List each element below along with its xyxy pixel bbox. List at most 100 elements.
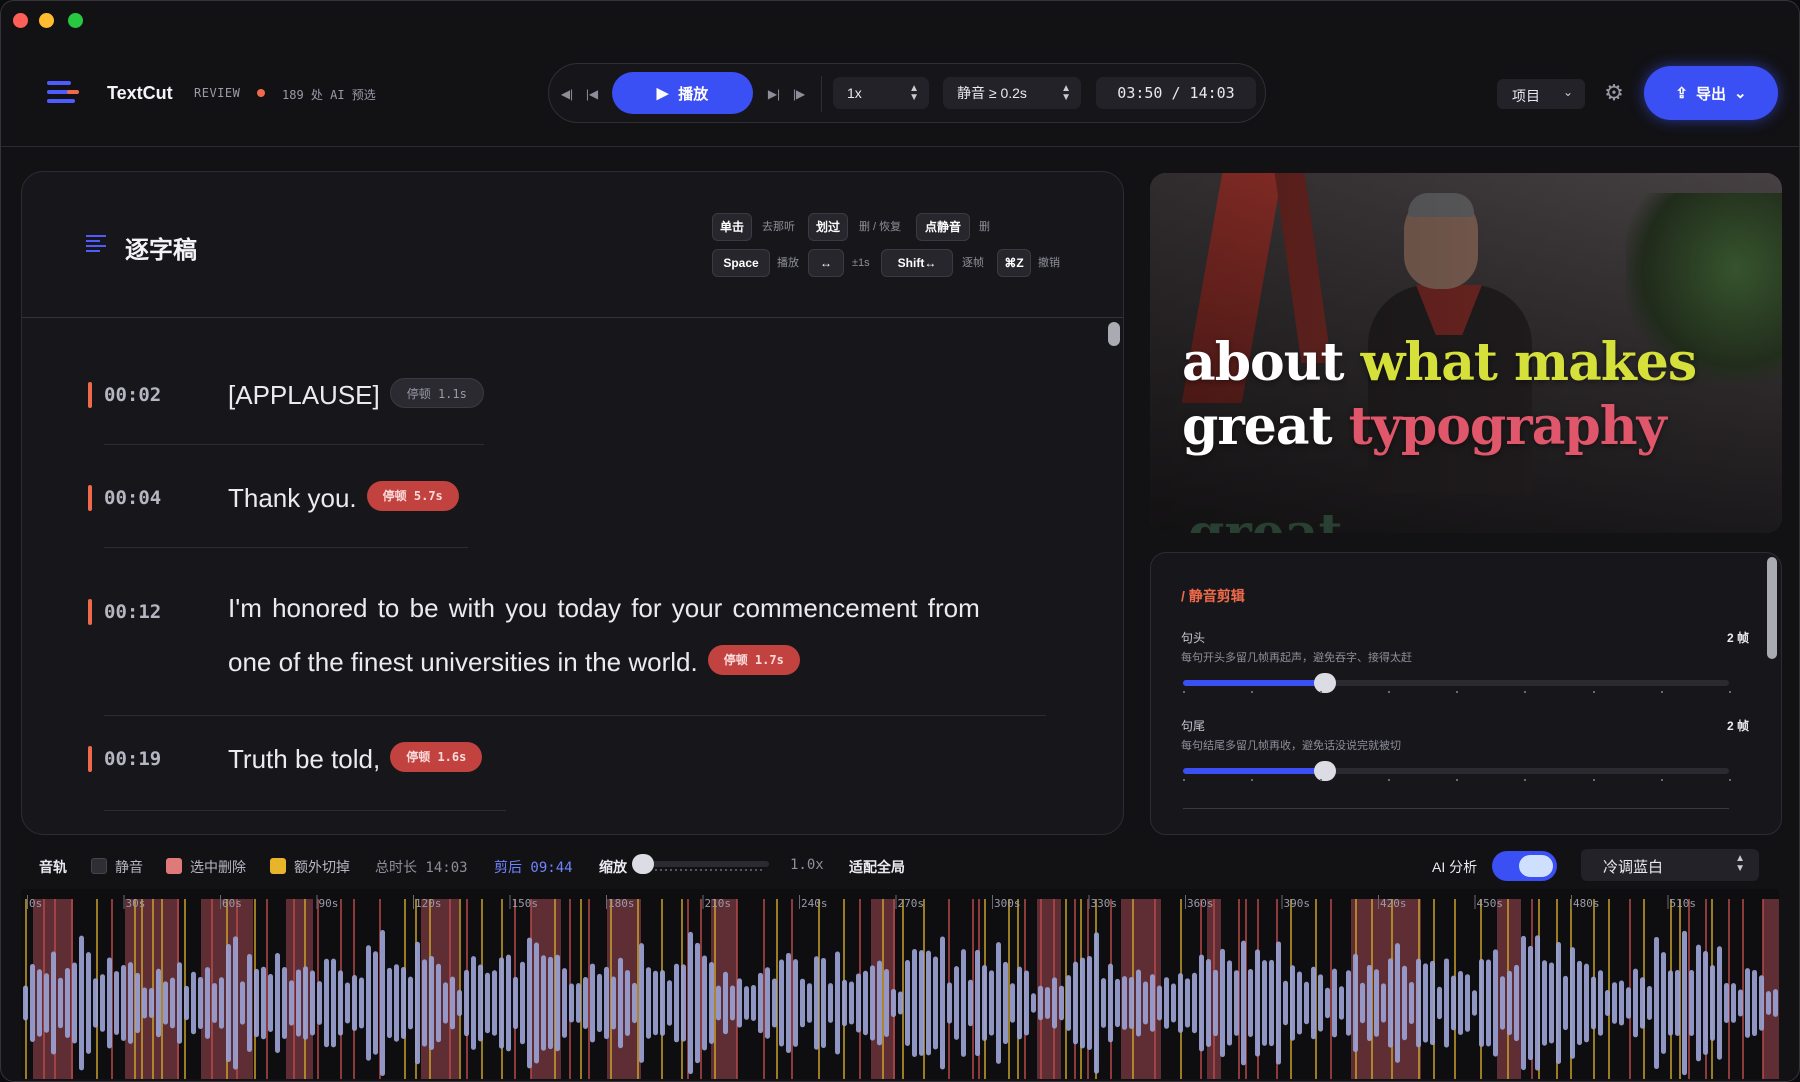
waveform-bar (709, 961, 714, 1045)
waveform-bar (884, 969, 889, 1037)
waveform-bar (814, 956, 819, 1050)
pause-badge[interactable]: 停顿 1.1s (389, 378, 484, 409)
shortcut-key: ↔ (808, 249, 844, 277)
waveform-bar (30, 964, 35, 1042)
waveform-bar (296, 969, 301, 1037)
share-icon: ⇪ (1675, 85, 1688, 102)
waveform-bar (1367, 964, 1372, 1042)
waveform-bar (1122, 976, 1127, 1030)
segment-text-line[interactable]: I'm honored to be with you today for you… (228, 593, 980, 624)
waveform-bar (1752, 969, 1757, 1037)
waveform-bar (1465, 974, 1470, 1032)
segment-words[interactable]: Thank you. (228, 483, 357, 513)
waveform-bar (1696, 944, 1701, 1062)
time-tick (1378, 895, 1379, 909)
time-label: 450s (1477, 897, 1504, 910)
silence-panel-scrollbar[interactable] (1767, 557, 1777, 659)
waveform-bar (72, 962, 77, 1044)
skip-forward-icon[interactable]: ▶| (766, 86, 782, 102)
skip-back-icon[interactable]: |◀ (584, 86, 600, 102)
waveform-bar (1444, 958, 1449, 1048)
waveform-bar (1003, 961, 1008, 1045)
time-tick (316, 895, 318, 909)
waveform-bar (317, 981, 322, 1025)
segment-words[interactable]: Truth be told, (228, 744, 380, 774)
ai-analysis-toggle[interactable] (1492, 851, 1557, 881)
slider-knob[interactable] (1313, 673, 1336, 693)
project-menu[interactable]: 项目 ⌄ (1497, 79, 1585, 109)
waveform-bar (1451, 975, 1456, 1031)
zoom-window-button[interactable] (68, 13, 83, 28)
legend-swatch-extra (270, 858, 286, 874)
theme-select[interactable]: 冷调蓝白 ▲ ▼ (1581, 849, 1759, 881)
waveform-bar (716, 985, 721, 1021)
time-label: 390s (1284, 897, 1311, 910)
cut-marker (459, 899, 461, 1079)
waveform-bar (485, 972, 490, 1034)
export-button[interactable]: ⇪ 导出 ⌄ (1644, 66, 1778, 120)
waveform-bar (695, 942, 700, 1064)
segment-divider (104, 810, 506, 811)
fit-all-button[interactable]: 适配全局 (849, 857, 905, 877)
pause-badge[interactable]: 停顿 1.6s (390, 742, 483, 773)
toggle-knob (1519, 855, 1553, 877)
waveform-bar (1619, 980, 1624, 1026)
minimize-window-button[interactable] (39, 13, 54, 28)
lead-in-slider[interactable] (1183, 673, 1729, 693)
waveform-bar (674, 963, 679, 1043)
deleted-region[interactable] (1763, 899, 1779, 1079)
waveform-bar (373, 951, 378, 1055)
waveform-timeline[interactable]: 0s 30s 60s 90s 120s 150s 180s 210s 240s 270s 300s 3… (21, 889, 1779, 1079)
zoom-slider[interactable] (641, 861, 769, 871)
waveform-bar (1290, 965, 1295, 1041)
pause-badge[interactable]: 停顿 1.7s (707, 645, 800, 676)
tail-slider[interactable] (1183, 761, 1729, 781)
waveform-bar (184, 985, 189, 1021)
waveform-bar (1542, 960, 1547, 1046)
waveform-bar (401, 967, 406, 1039)
waveform-bar (1717, 946, 1722, 1060)
shortcut-desc: 删 / 恢复 (859, 221, 902, 233)
waveform-bar (492, 970, 497, 1036)
waveform-bar (1458, 970, 1463, 1036)
caption-word: typography (1348, 396, 1667, 457)
shortcut-desc: ±1s (852, 257, 870, 269)
jump-forward-icon[interactable]: |▶ (791, 86, 807, 102)
waveform-bar (1094, 932, 1099, 1074)
time-tick (220, 895, 221, 909)
video-preview[interactable]: about what makesgreat typography great (1150, 173, 1782, 533)
silence-threshold-select[interactable]: 静音 ≥ 0.2s ▲ ▼ (943, 77, 1081, 109)
waveform-bar (513, 976, 518, 1030)
waveform-bar (597, 973, 602, 1033)
waveform-bar (989, 970, 994, 1036)
menu-icon[interactable] (47, 81, 79, 105)
waveform-bar (618, 957, 623, 1049)
time-tick (895, 895, 897, 909)
speed-select[interactable]: 1x ▲ ▼ (833, 77, 929, 109)
waveform-bar (1500, 976, 1505, 1030)
waveform-bar (191, 971, 196, 1035)
pause-badge[interactable]: 停顿 5.7s (366, 481, 459, 512)
segment-words[interactable]: [APPLAUSE] (228, 380, 380, 410)
slider-knob[interactable] (1313, 761, 1336, 781)
waveform-bar (471, 956, 476, 1050)
theme-value: 冷调蓝白 (1603, 859, 1664, 876)
waveform-bar (562, 968, 567, 1038)
jump-back-icon[interactable]: ◀| (559, 86, 575, 102)
gear-icon[interactable]: ⚙ (1603, 82, 1625, 104)
time-label: 150s (512, 897, 539, 910)
cut-marker (266, 899, 268, 1079)
play-button[interactable]: ▶ 播放 (612, 72, 753, 114)
waveform-bar (240, 981, 245, 1025)
waveform-bar (611, 976, 616, 1030)
zoom-knob[interactable] (632, 854, 654, 874)
waveform-bar (128, 962, 133, 1044)
close-window-button[interactable] (13, 13, 28, 28)
waveform-bar (212, 983, 217, 1023)
waveform-bar (842, 979, 847, 1027)
segment-words[interactable]: one of the finest universities in the wo… (228, 647, 698, 677)
waveform-bar (429, 956, 434, 1050)
waveform-bar (737, 978, 742, 1028)
waveform-bar (1024, 970, 1029, 1036)
transcript-scrollbar[interactable] (1108, 322, 1120, 346)
